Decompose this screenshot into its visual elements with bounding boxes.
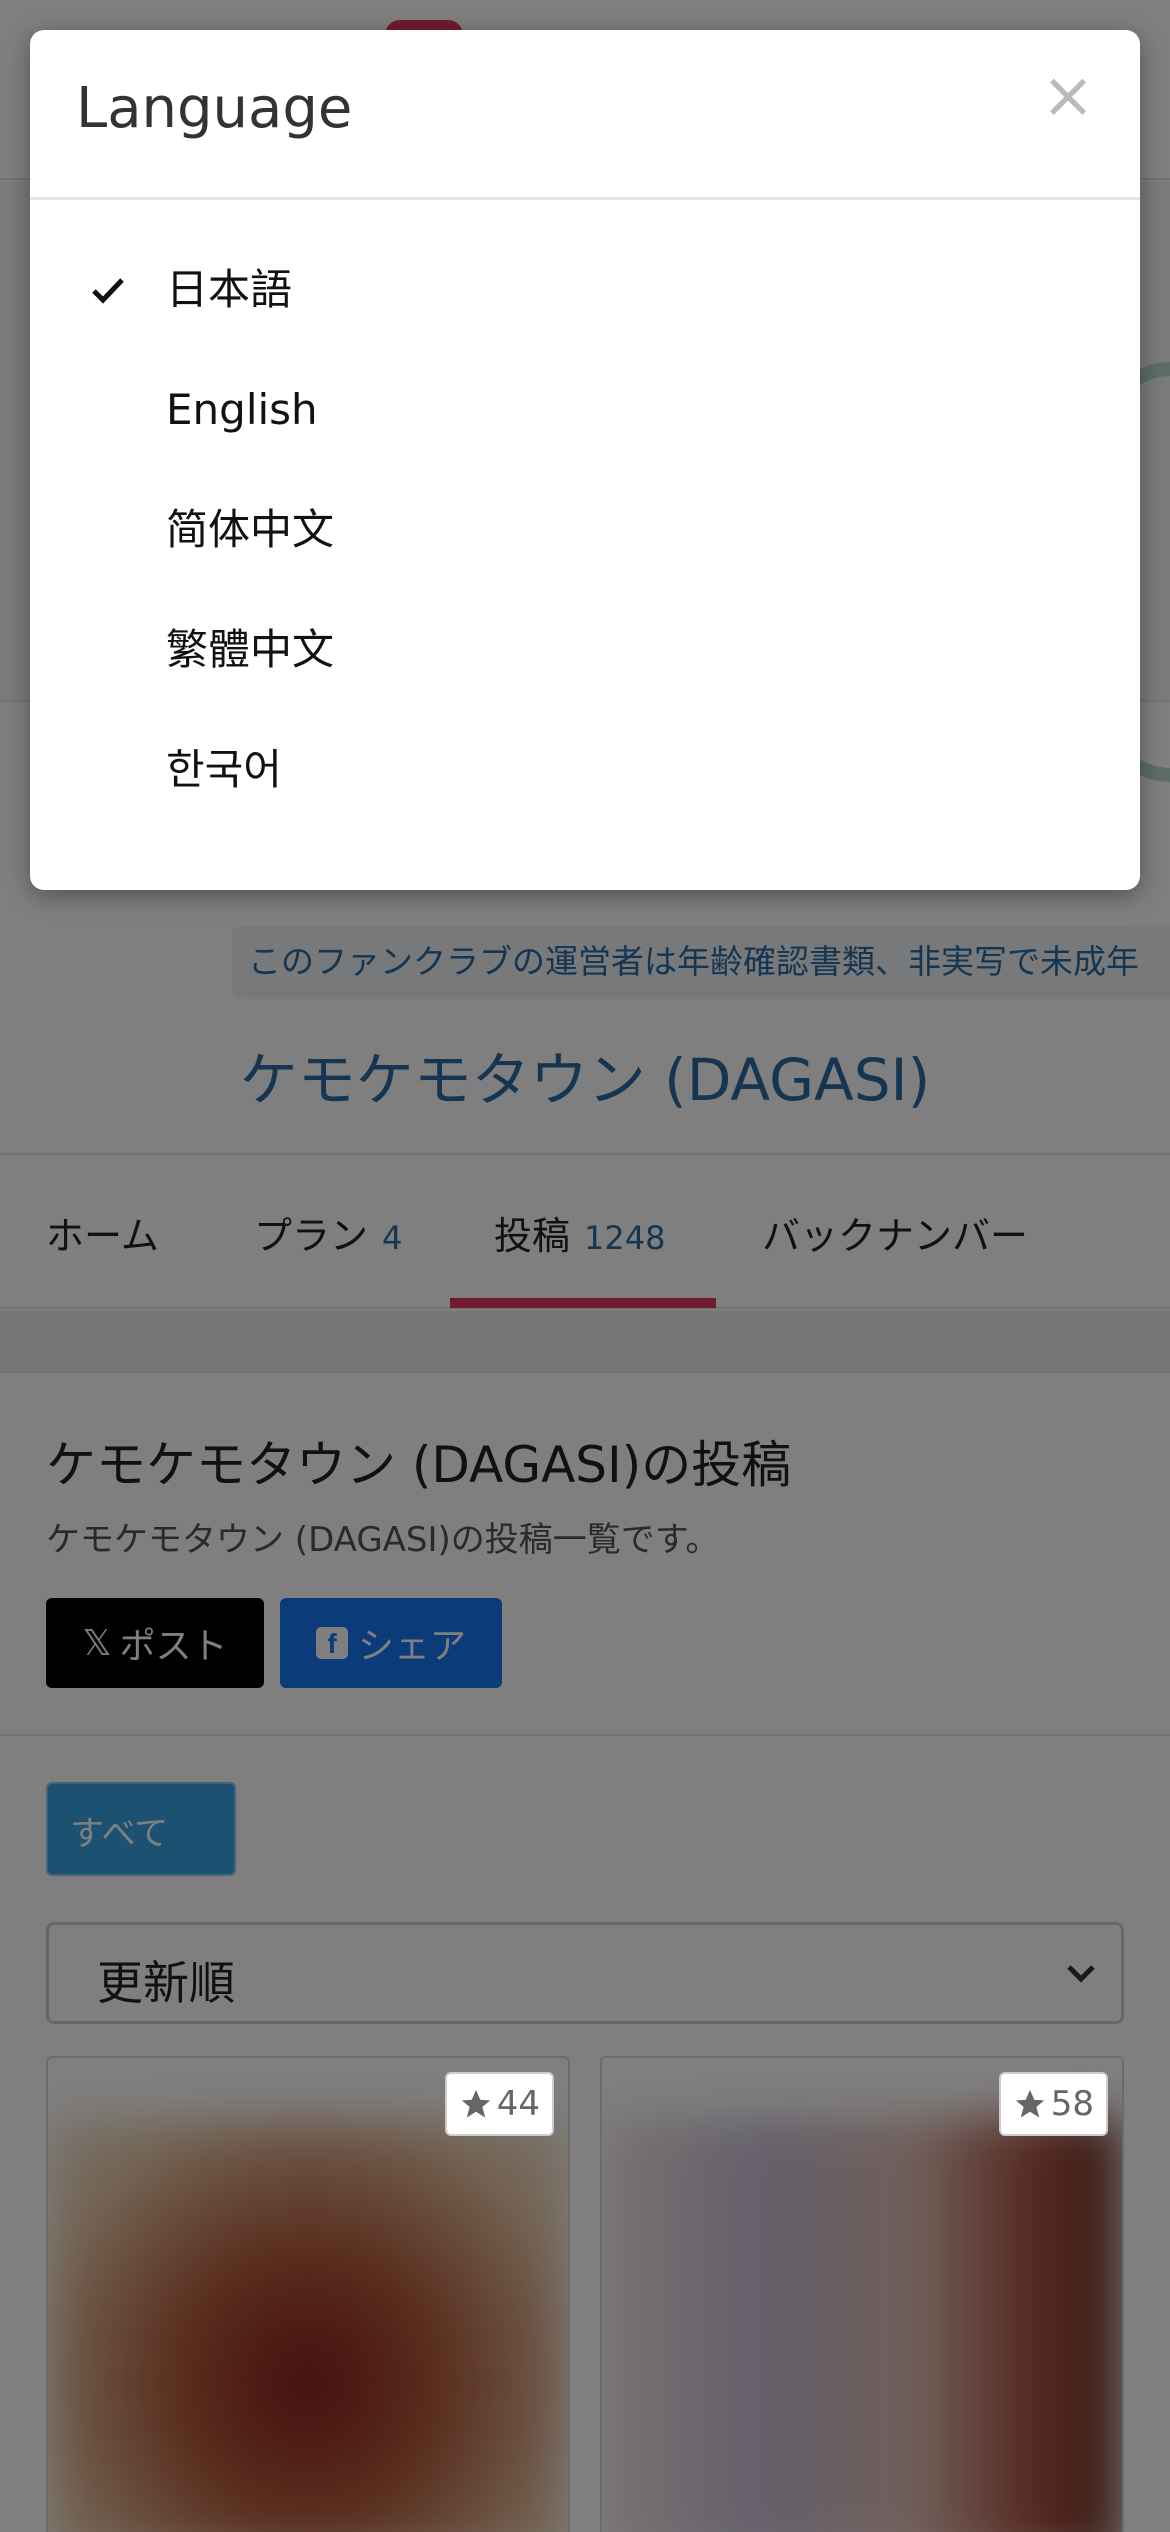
language-label: 日本語 <box>166 265 293 314</box>
favorite-count: 44 <box>496 2084 540 2124</box>
language-option-japanese[interactable]: 日本語 <box>30 230 1140 350</box>
language-label: English <box>166 385 318 434</box>
language-option-korean[interactable]: 한국어 <box>30 710 1140 830</box>
language-option-traditional-chinese[interactable]: 繁體中文 <box>30 590 1140 710</box>
language-modal: Language × 日本語 English 简体中文 繁體中文 한국어 <box>30 30 1140 890</box>
modal-title: Language <box>76 76 353 141</box>
language-option-simplified-chinese[interactable]: 简体中文 <box>30 470 1140 590</box>
modal-header: Language × <box>30 30 1140 200</box>
favorite-count-badge[interactable]: 58 <box>998 2072 1108 2136</box>
language-label: 한국어 <box>166 745 282 794</box>
language-label: 简体中文 <box>166 505 335 554</box>
check-icon <box>92 278 124 304</box>
star-icon <box>1015 2089 1044 2118</box>
language-option-english[interactable]: English <box>30 350 1140 470</box>
favorite-count-badge[interactable]: 44 <box>444 2072 554 2136</box>
close-icon[interactable]: × <box>1038 64 1098 128</box>
favorite-count: 58 <box>1050 2084 1094 2124</box>
language-list: 日本語 English 简体中文 繁體中文 한국어 <box>30 230 1140 830</box>
star-icon <box>461 2089 490 2118</box>
language-label: 繁體中文 <box>166 625 335 674</box>
